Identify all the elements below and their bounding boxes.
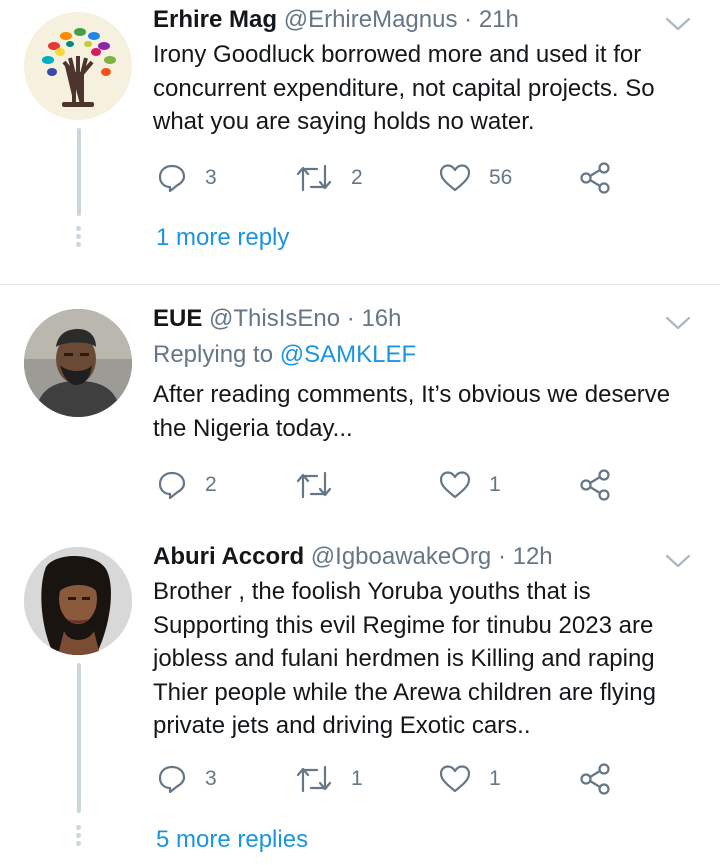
like-count: 56 bbox=[489, 166, 513, 189]
tweet-header: EUE @ThisIsEno · 16h bbox=[153, 303, 402, 335]
man-photo-icon bbox=[24, 309, 132, 417]
retweet-icon bbox=[296, 471, 332, 499]
tweet-text: After reading comments, It’s obvious we … bbox=[153, 381, 671, 442]
like-count: 1 bbox=[489, 767, 501, 790]
tweet[interactable]: Aburi Accord @IgboawakeOrg · 12h Brother… bbox=[0, 535, 720, 865]
tweet-text: Brother , the foolish Yoruba youths that… bbox=[153, 578, 656, 739]
user-handle[interactable]: @ThisIsEno bbox=[209, 305, 340, 332]
timestamp[interactable]: 16h bbox=[361, 305, 401, 332]
more-replies-link[interactable]: 5 more replies bbox=[156, 824, 308, 856]
timestamp[interactable]: 12h bbox=[513, 543, 553, 570]
retweet-button[interactable]: 1 bbox=[295, 759, 363, 799]
reply-count: 3 bbox=[205, 166, 217, 189]
thread-line bbox=[77, 663, 81, 813]
replying-to: Replying to @SAMKLEF bbox=[153, 339, 416, 371]
retweet-count: 2 bbox=[351, 166, 363, 189]
tweet-header: Aburi Accord @IgboawakeOrg · 12h bbox=[153, 541, 553, 573]
like-icon bbox=[439, 471, 471, 499]
like-icon bbox=[439, 164, 471, 192]
reply-button[interactable]: 3 bbox=[157, 759, 217, 799]
reply-count: 2 bbox=[205, 473, 217, 496]
avatar[interactable] bbox=[24, 309, 132, 417]
tweet-actions: 2 1 bbox=[153, 465, 623, 505]
replying-prefix: Replying to bbox=[153, 341, 280, 368]
share-button[interactable] bbox=[579, 759, 611, 799]
reply-button[interactable]: 2 bbox=[157, 465, 217, 505]
mention-link[interactable]: @SAMKLEF bbox=[280, 341, 416, 368]
tweet-header: Erhire Mag @ErhireMagnus · 21h bbox=[153, 4, 519, 36]
share-icon bbox=[580, 763, 610, 795]
share-icon bbox=[580, 162, 610, 194]
separator: · bbox=[464, 6, 473, 33]
display-name[interactable]: Erhire Mag bbox=[153, 6, 277, 33]
user-handle[interactable]: @IgboawakeOrg bbox=[311, 543, 491, 570]
user-handle[interactable]: @ErhireMagnus bbox=[284, 6, 458, 33]
tweet-text: Irony Goodluck borrowed more and used it… bbox=[153, 41, 655, 135]
separator: · bbox=[346, 305, 355, 332]
reply-button[interactable]: 3 bbox=[157, 158, 217, 198]
tweet[interactable]: EUE @ThisIsEno · 16h Replying to @SAMKLE… bbox=[0, 285, 720, 535]
tweet-actions: 3 1 1 bbox=[153, 759, 623, 799]
reply-icon bbox=[158, 164, 186, 193]
share-button[interactable] bbox=[579, 465, 611, 505]
separator: · bbox=[497, 543, 506, 570]
chevron-down-icon[interactable] bbox=[664, 309, 692, 337]
like-button[interactable]: 1 bbox=[439, 465, 501, 505]
like-count: 1 bbox=[489, 473, 501, 496]
woman-photo-icon bbox=[24, 547, 132, 655]
share-icon bbox=[580, 469, 610, 501]
avatar[interactable] bbox=[24, 547, 132, 655]
like-button[interactable]: 56 bbox=[439, 158, 512, 198]
thread-dots bbox=[76, 825, 82, 849]
retweet-count: 1 bbox=[351, 767, 363, 790]
retweet-icon bbox=[296, 164, 332, 192]
display-name[interactable]: Aburi Accord bbox=[153, 543, 304, 570]
chevron-down-icon[interactable] bbox=[664, 547, 692, 575]
retweet-button[interactable] bbox=[295, 465, 351, 505]
thread-dots bbox=[76, 226, 82, 250]
tweet[interactable]: Erhire Mag @ErhireMagnus · 21h Irony Goo… bbox=[0, 0, 720, 284]
reply-icon bbox=[158, 471, 186, 500]
avatar[interactable] bbox=[24, 12, 132, 120]
thread-line bbox=[77, 128, 81, 216]
more-replies-link[interactable]: 1 more reply bbox=[156, 222, 289, 254]
chevron-down-icon[interactable] bbox=[664, 10, 692, 38]
retweet-icon bbox=[296, 765, 332, 793]
tree-logo-icon bbox=[24, 12, 132, 120]
like-icon bbox=[439, 765, 471, 793]
reply-icon bbox=[158, 765, 186, 794]
display-name[interactable]: EUE bbox=[153, 305, 202, 332]
like-button[interactable]: 1 bbox=[439, 759, 501, 799]
timestamp[interactable]: 21h bbox=[479, 6, 519, 33]
tweet-actions: 3 2 56 bbox=[153, 158, 623, 198]
reply-count: 3 bbox=[205, 767, 217, 790]
share-button[interactable] bbox=[579, 158, 611, 198]
retweet-button[interactable]: 2 bbox=[295, 158, 363, 198]
